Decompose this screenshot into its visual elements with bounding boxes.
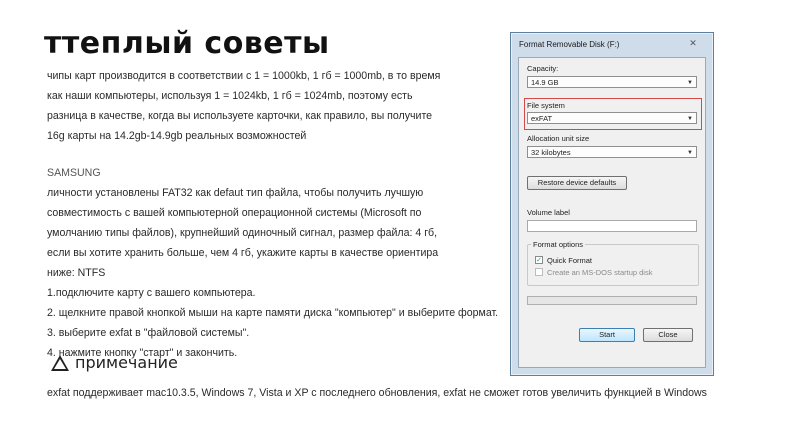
brand-label: SAMSUNG xyxy=(47,167,101,179)
quick-format-label: Quick Format xyxy=(547,256,593,265)
text-line: 16g карты на 14.2gb-14.9gb реальных возм… xyxy=(47,130,307,142)
checkmark-icon: ✓ xyxy=(536,257,542,264)
text-line: если вы хотите хранить больше, чем 4 гб,… xyxy=(47,247,439,259)
close-button[interactable]: Close xyxy=(643,328,693,342)
capacity-label: Capacity: xyxy=(527,64,559,73)
step-1: 1.подключите карту с вашего компьютера. xyxy=(47,287,256,299)
step-2: 2. щелкните правой кнопкой мыши на карте… xyxy=(47,307,499,319)
allocation-label: Allocation unit size xyxy=(527,134,590,143)
chevron-down-icon: ▼ xyxy=(687,80,693,86)
filesystem-select[interactable]: exFAT ▼ xyxy=(527,112,697,124)
step-3: 3. выберите exfat в "файловой системы". xyxy=(47,327,250,339)
restore-defaults-button[interactable]: Restore device defaults xyxy=(527,176,627,190)
text-line: совместимость с вашей компьютерной опера… xyxy=(47,207,422,219)
allocation-select[interactable]: 32 kilobytes ▼ xyxy=(527,146,697,158)
chevron-down-icon: ▼ xyxy=(687,116,693,122)
page-title: ттеплый советы xyxy=(44,26,330,61)
instructions-paragraph: SAMSUNG личности установлены FAT32 как d… xyxy=(47,163,517,363)
format-options-group xyxy=(527,244,699,286)
dialog-title: Format Removable Disk (F:) xyxy=(519,40,620,49)
format-progress-bar xyxy=(527,296,697,305)
dialog-body: Capacity: 14.9 GB ▼ File system exFAT ▼ … xyxy=(518,57,706,368)
text-line: умолчанию типы файлов), крупнейший одино… xyxy=(47,227,438,239)
capacity-select[interactable]: 14.9 GB ▼ xyxy=(527,76,697,88)
chevron-down-icon: ▼ xyxy=(687,150,693,156)
quick-format-checkbox[interactable]: ✓ xyxy=(535,256,543,264)
text-line: разница в качестве, когда вы используете… xyxy=(47,110,433,122)
text-line: личности установлены FAT32 как defaut ти… xyxy=(47,187,424,199)
msdos-checkbox[interactable] xyxy=(535,268,543,276)
msdos-label: Create an MS-DOS startup disk xyxy=(547,268,653,277)
text-line: чипы карт производится в соответствии с … xyxy=(47,70,441,82)
filesystem-label: File system xyxy=(527,101,565,110)
text-line: ниже: NTFS xyxy=(47,267,106,279)
capacity-value: 14.9 GB xyxy=(531,78,559,87)
close-icon[interactable]: ✕ xyxy=(678,37,708,51)
format-dialog: Format Removable Disk (F:) ✕ Capacity: 1… xyxy=(510,32,714,376)
note-heading: примечание xyxy=(51,353,178,372)
start-button[interactable]: Start xyxy=(579,328,635,342)
intro-paragraph: чипы карт производится в соответствии с … xyxy=(47,66,487,146)
footer-note: exfat поддерживает mac10.3.5, Windows 7,… xyxy=(47,387,707,399)
note-label: примечание xyxy=(75,353,178,372)
volume-input[interactable] xyxy=(527,220,697,232)
format-options-label: Format options xyxy=(531,240,586,249)
filesystem-value: exFAT xyxy=(531,114,553,123)
warning-triangle-icon xyxy=(51,354,69,371)
text-line: как наши компьютеры, используя 1 = 1024k… xyxy=(47,90,413,102)
volume-label: Volume label xyxy=(527,208,570,217)
allocation-value: 32 kilobytes xyxy=(531,148,571,157)
